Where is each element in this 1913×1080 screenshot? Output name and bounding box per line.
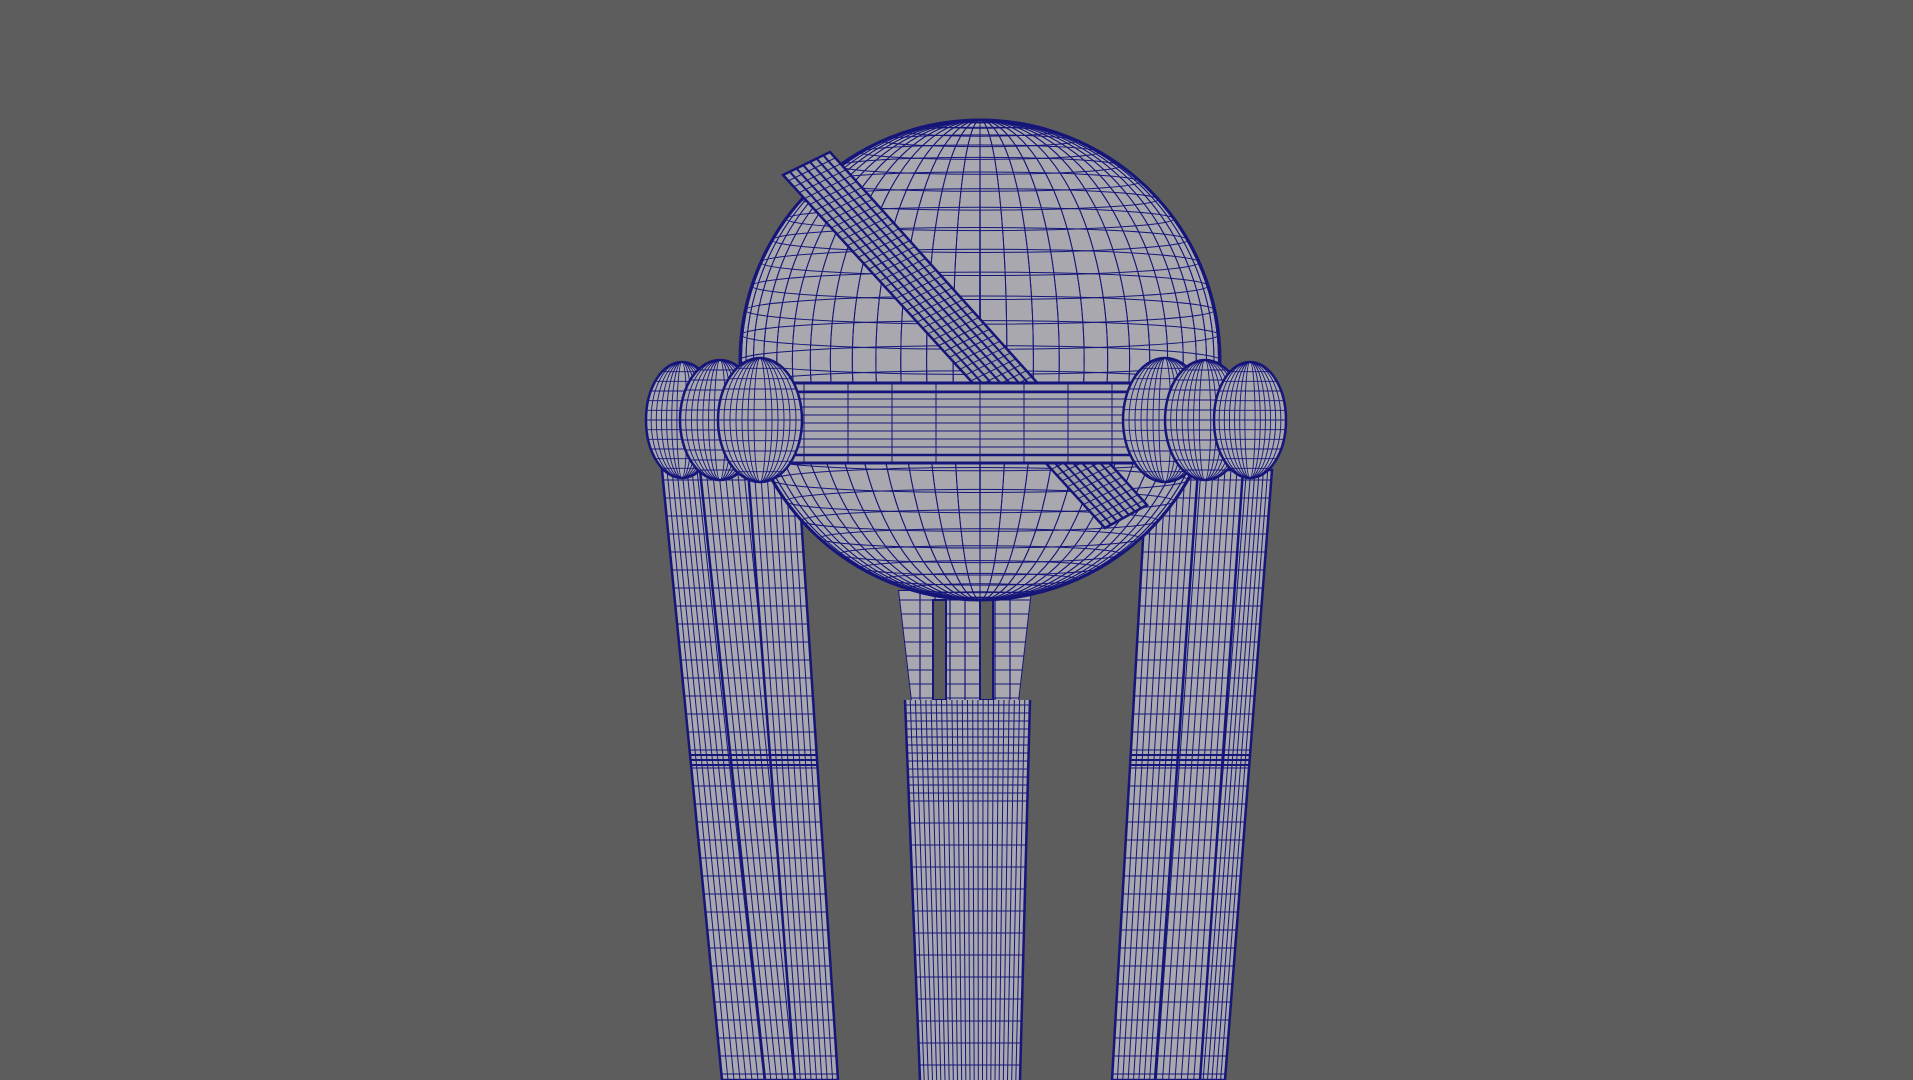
knob-6 bbox=[1212, 360, 1288, 480]
3d-viewport[interactable] bbox=[0, 0, 1913, 1080]
center-stem[interactable] bbox=[898, 590, 1035, 1080]
wireframe-scene[interactable] bbox=[0, 0, 1913, 1080]
stem-body bbox=[905, 700, 1030, 1080]
knob-3 bbox=[716, 356, 804, 484]
crossbar-body bbox=[760, 383, 1160, 463]
stem-prongs bbox=[898, 590, 1032, 710]
